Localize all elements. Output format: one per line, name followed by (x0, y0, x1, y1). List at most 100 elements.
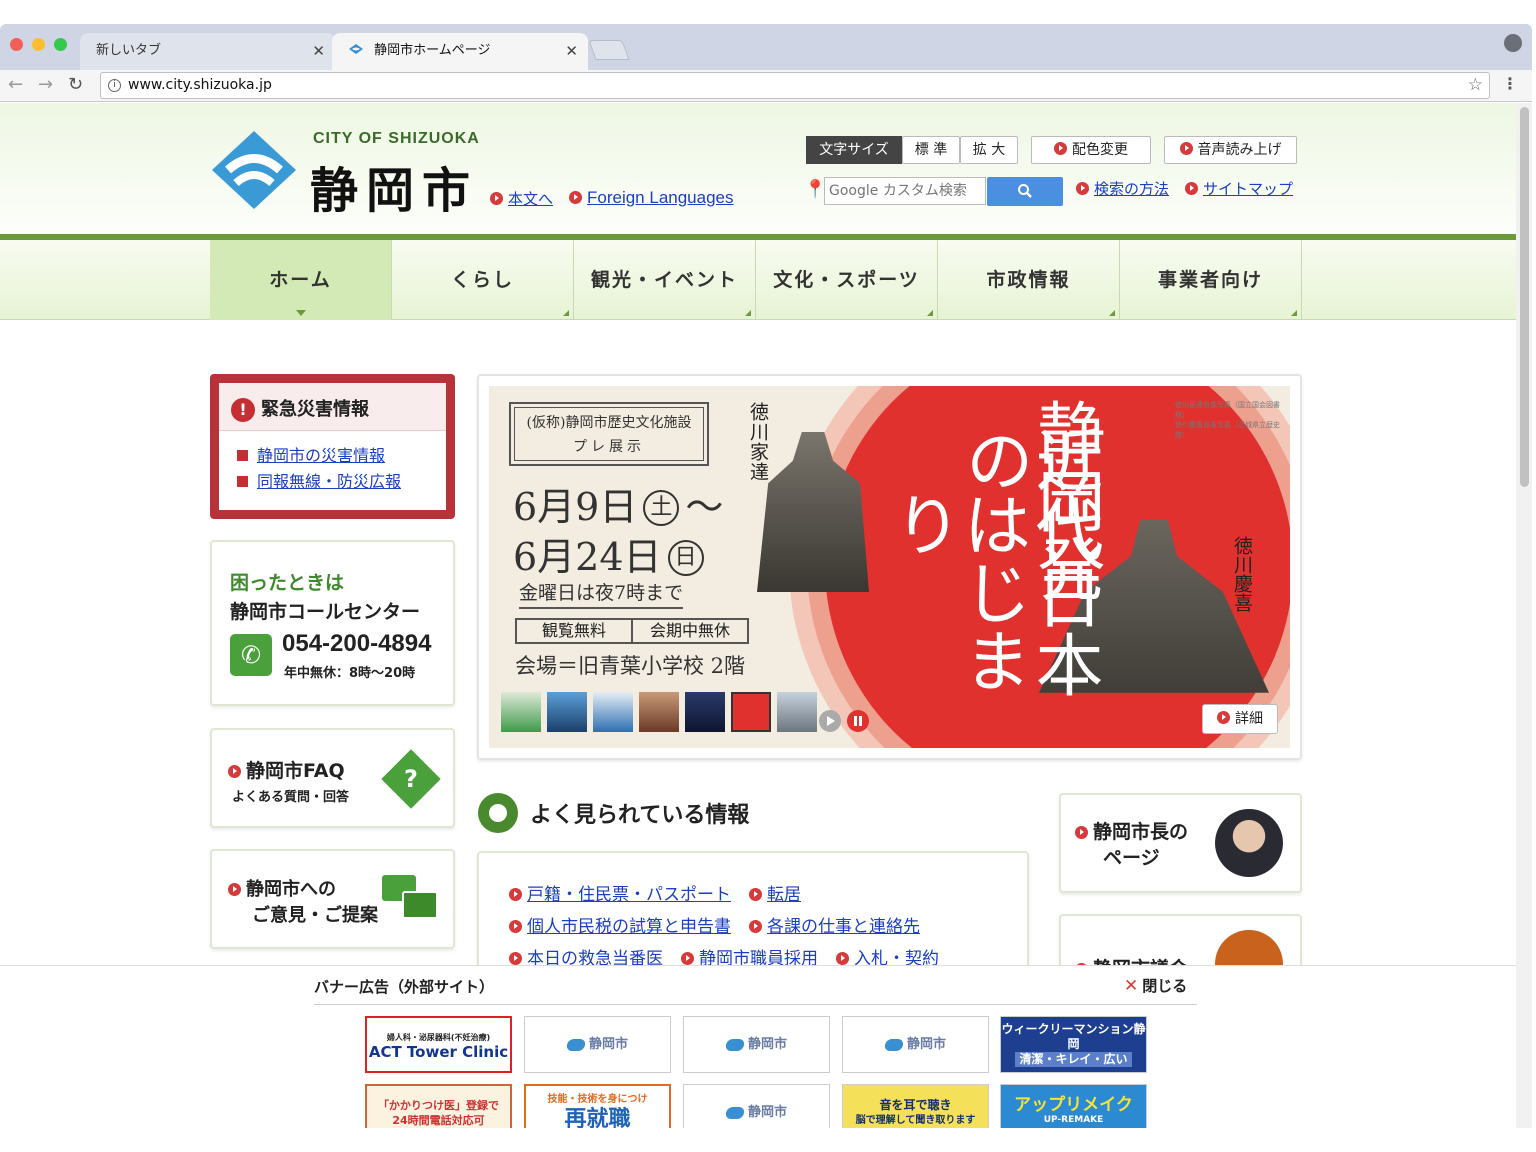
thumbnail[interactable] (685, 692, 725, 732)
reload-icon[interactable]: ↻ (68, 74, 83, 95)
nav-home[interactable]: ホーム (210, 240, 392, 320)
corner-icon (745, 310, 751, 316)
hero-friday: 金曜日は夜7時まで (519, 578, 684, 609)
hero-name2: 徳川慶喜 (1231, 536, 1253, 612)
browser-window: 新しいタブ ✕ 静岡市ホームページ ✕ ← → ↻ i www.city.shi… (0, 24, 1532, 1128)
hero-thumbnails (501, 692, 817, 732)
emergency-box: ! 緊急災害情報 静岡市の災害情報 同報無線・防災広報 (210, 374, 455, 519)
arrow-circle-icon (509, 920, 522, 933)
arrow-circle-icon (836, 952, 849, 965)
tab-close-icon[interactable]: ✕ (312, 37, 325, 65)
city-name-en: CITY OF SHIZUOKA (313, 130, 480, 147)
back-arrow-icon[interactable]: ← (8, 74, 23, 95)
thumbnail[interactable] (547, 692, 587, 732)
arrow-circle-icon (681, 952, 694, 965)
arrow-circle-icon (1185, 182, 1198, 195)
mayor-line2: ページ (1103, 847, 1160, 869)
vertical-scrollbar[interactable] (1516, 103, 1532, 1128)
color-change-button[interactable]: 配色変更 (1031, 136, 1151, 164)
global-nav: ホーム くらし 観光・イベント 文化・スポーツ 市政情報 事業者向け (0, 240, 1516, 320)
thumbnail[interactable] (777, 692, 817, 732)
hero-slide[interactable]: (仮称)静岡市歴史文化施設 プレ展示 6月9日土〜 6月24日日 金曜日は夜7時… (489, 386, 1290, 748)
url-text: www.city.shizuoka.jp (128, 77, 272, 93)
skip-to-content-link[interactable]: 本文へ (490, 188, 553, 209)
voice-read-button[interactable]: 音声読み上げ (1164, 136, 1297, 164)
nav-business[interactable]: 事業者向け (1120, 240, 1302, 320)
url-field[interactable]: i www.city.shizuoka.jp ☆ (100, 72, 1490, 99)
address-bar: ← → ↻ i www.city.shizuoka.jp ☆ ⋮ (0, 70, 1532, 102)
banner-ad-reemployment[interactable]: 技能・技術を身につけ 再就職 (524, 1084, 671, 1128)
arrow-circle-icon (1076, 182, 1089, 195)
thumbnail[interactable] (639, 692, 679, 732)
tab-close-icon[interactable]: ✕ (565, 37, 578, 65)
maximize-window-button[interactable] (54, 38, 67, 51)
banner-close-button[interactable]: ✕ 閉じる (1124, 975, 1187, 996)
city-logo[interactable] (210, 129, 298, 211)
pause-button[interactable] (847, 710, 869, 732)
bookmark-star-icon[interactable]: ☆ (1468, 73, 1483, 98)
search-help-link[interactable]: 検索の方法 (1076, 178, 1169, 199)
foreign-languages-link[interactable]: Foreign Languages (569, 188, 734, 208)
phone-number: 054-200-4894 (282, 630, 432, 657)
hero-date2: 6月24日日 (513, 526, 704, 581)
play-button[interactable] (819, 710, 841, 732)
banner-ad-act-tower[interactable]: 婦人科・泌尿器科(不妊治療) ACT Tower Clinic (365, 1016, 512, 1073)
callcenter-line2: 静岡市コールセンター (230, 601, 421, 623)
thumbnail[interactable] (501, 692, 541, 732)
arrow-circle-icon (509, 952, 522, 965)
forward-arrow-icon[interactable]: → (38, 74, 53, 95)
nav-city-info[interactable]: 市政情報 (938, 240, 1120, 320)
banner-ad-city[interactable]: 静岡市 (842, 1016, 989, 1073)
thumbnail[interactable] (593, 692, 633, 732)
city-logo-icon (565, 1038, 587, 1051)
banner-ad-city[interactable]: 静岡市 (683, 1084, 830, 1128)
detail-button[interactable]: 詳細 (1202, 704, 1278, 734)
callcenter-line1: 困ったときは (230, 572, 345, 594)
popular-link[interactable]: 転居 (749, 885, 801, 905)
scrollbar-thumb[interactable] (1520, 107, 1529, 487)
popular-link[interactable]: 個人市民税の試算と申告書 (509, 917, 731, 937)
mayor-avatar (1215, 809, 1283, 877)
font-large-button[interactable]: 拡 大 (960, 136, 1018, 164)
banner-ad-weekly-mansion[interactable]: ウィークリーマンション静岡 清潔・キレイ・広い (1000, 1016, 1147, 1073)
banner-ad-up-remake[interactable]: アップリメイク UP-REMAKE (1000, 1084, 1147, 1128)
emergency-title: ! 緊急災害情報 (219, 383, 446, 431)
tab-new-tab[interactable]: 新しいタブ ✕ (80, 33, 335, 70)
popular-link[interactable]: 戸籍・住民票・パスポート (509, 885, 731, 905)
popular-link[interactable]: 各課の仕事と連絡先 (749, 917, 920, 937)
site-header: CITY OF SHIZUOKA 静岡市 本文へ Foreign Languag… (0, 103, 1516, 238)
opinion-line2: ご意見・ご提案 (252, 905, 378, 926)
speech-bubble-icon (402, 891, 438, 919)
banner-ad-city[interactable]: 静岡市 (524, 1016, 671, 1073)
mayor-card[interactable]: 静岡市長の ページ (1059, 793, 1302, 893)
nav-tourism[interactable]: 観光・イベント (574, 240, 756, 320)
thumbnail-active[interactable] (731, 692, 771, 732)
exclamation-icon: ! (231, 398, 255, 422)
minimize-window-button[interactable] (32, 38, 45, 51)
tab-shizuoka[interactable]: 静岡市ホームページ ✕ (332, 33, 588, 70)
banner-ad-kakaritsuke[interactable]: 「かかりつけ医」登録で 24時間電話対応可 (365, 1084, 512, 1128)
new-tab-button[interactable] (588, 40, 630, 60)
banner-ad-hearing[interactable]: 音を耳で聴き 脳で理解して聞き取ります (842, 1084, 989, 1128)
opinion-card[interactable]: 静岡市への ご意見・ご提案 (210, 849, 455, 949)
sitemap-link[interactable]: サイトマップ (1185, 178, 1293, 199)
tab-title: 静岡市ホームページ (374, 43, 491, 58)
search-input[interactable] (824, 177, 986, 205)
info-icon[interactable]: i (108, 79, 121, 92)
banner-ad-city[interactable]: 静岡市 (683, 1016, 830, 1073)
callcenter-card[interactable]: 困ったときは 静岡市コールセンター ✆ 054-200-4894 年中無休：8時… (210, 540, 455, 706)
menu-kebab-icon[interactable]: ⋮ (1502, 74, 1518, 93)
arrow-circle-icon (228, 883, 241, 896)
nav-kurashi[interactable]: くらし (392, 240, 574, 320)
emergency-link-disaster[interactable]: 静岡市の災害情報 (237, 443, 446, 469)
nav-culture[interactable]: 文化・スポーツ (756, 240, 938, 320)
close-window-button[interactable] (10, 38, 23, 51)
font-standard-button[interactable]: 標 準 (902, 136, 960, 164)
search-button[interactable] (987, 177, 1063, 206)
hero-credits: 徳川家達肖像写真（国立国会図書館） 徳川慶喜肖像写真（茨城県立歴史館） (1175, 401, 1280, 439)
tab-title: 新しいタブ (96, 43, 162, 58)
faq-card[interactable]: 静岡市FAQ よくある質問・回答 ? (210, 728, 455, 828)
profile-icon[interactable] (1504, 34, 1522, 52)
font-size-label: 文字サイズ (806, 136, 902, 164)
emergency-link-radio[interactable]: 同報無線・防災広報 (237, 469, 446, 495)
